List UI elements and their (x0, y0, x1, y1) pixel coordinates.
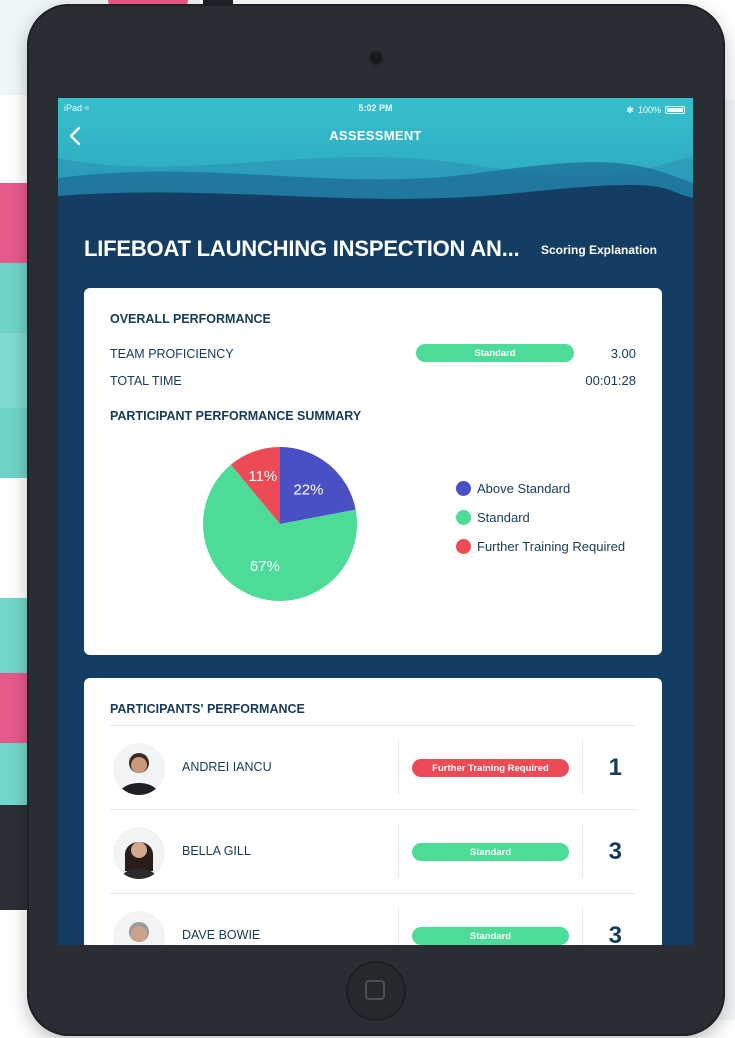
total-time-value: 00:01:28 (585, 373, 636, 388)
pie-legend: Above Standard Standard Further Training… (456, 474, 625, 561)
battery-icon (665, 106, 685, 114)
avatar (113, 911, 165, 945)
home-button[interactable] (346, 961, 406, 1021)
legend-item-standard: Standard (456, 503, 625, 532)
tablet-frame: iPad ≈ 5:02 PM ✱ 100% ASSESSMENT LIFEBOA… (27, 4, 725, 1036)
participant-status-badge: Further Training Required (412, 759, 569, 777)
header-waves (58, 156, 693, 218)
participant-score: 3 (608, 838, 622, 865)
row-divider (582, 908, 583, 945)
camera-icon (370, 52, 382, 64)
team-proficiency-badge: Standard (416, 344, 574, 362)
row-divider (582, 824, 583, 878)
home-square-icon (365, 980, 385, 1000)
legend-label: Further Training Required (477, 539, 626, 554)
team-proficiency-label: TEAM PROFICIENCY (110, 347, 234, 361)
participant-score: 1 (608, 754, 622, 781)
status-time: 5:02 PM (358, 103, 393, 113)
participant-name: DAVE BOWIE (182, 928, 261, 942)
legend-dot (456, 510, 471, 525)
pie-slice-label: 67% (250, 558, 280, 575)
legend-label: Above Standard (477, 481, 571, 496)
scoring-explanation-link[interactable]: Scoring Explanation (541, 243, 657, 257)
battery-percent: 100% (637, 105, 661, 115)
participant-row[interactable]: BELLA GILL Standard 3 (110, 809, 636, 894)
participant-score: 3 (608, 922, 622, 945)
participants-title: PARTICIPANTS' PERFORMANCE (110, 702, 305, 716)
row-divider (398, 908, 399, 945)
overall-performance-card: OVERALL PERFORMANCE TEAM PROFICIENCY Sta… (84, 288, 662, 655)
avatar (113, 827, 165, 879)
participant-row[interactable]: DAVE BOWIE Standard 3 (110, 893, 636, 945)
legend-dot (456, 481, 471, 496)
total-time-label: TOTAL TIME (110, 374, 182, 388)
participant-status-badge: Standard (412, 927, 569, 945)
participant-row[interactable]: ANDREI IANCU Further Training Required 1 (110, 725, 636, 810)
nav-title: ASSESSMENT (329, 128, 422, 143)
participant-name: ANDREI IANCU (182, 760, 272, 774)
app-screen: iPad ≈ 5:02 PM ✱ 100% ASSESSMENT LIFEBOA… (58, 98, 693, 945)
participant-status-badge: Standard (412, 843, 569, 861)
performance-pie-chart: 22% 67% 11% (203, 447, 357, 601)
legend-dot (456, 539, 471, 554)
participant-name: BELLA GILL (182, 844, 251, 858)
row-divider (398, 824, 399, 878)
legend-item-further-training: Further Training Required (456, 532, 625, 561)
row-divider (582, 740, 583, 794)
team-proficiency-score: 3.00 (610, 346, 636, 361)
bluetooth-icon: ✱ (626, 104, 634, 115)
overall-performance-title: OVERALL PERFORMANCE (110, 312, 271, 326)
legend-item-above-standard: Above Standard (456, 474, 625, 503)
pie-slice-label: 22% (293, 482, 323, 499)
participants-card: PARTICIPANTS' PERFORMANCE ANDREI IANCU F… (84, 678, 662, 945)
page-title: LIFEBOAT LAUNCHING INSPECTION AN... (84, 236, 520, 261)
avatar (113, 743, 165, 795)
summary-title: PARTICIPANT PERFORMANCE SUMMARY (110, 409, 362, 423)
row-divider (398, 740, 399, 794)
legend-label: Standard (477, 510, 530, 525)
status-right: ✱ 100% (626, 103, 685, 117)
pie-slice-label: 11% (248, 468, 277, 485)
